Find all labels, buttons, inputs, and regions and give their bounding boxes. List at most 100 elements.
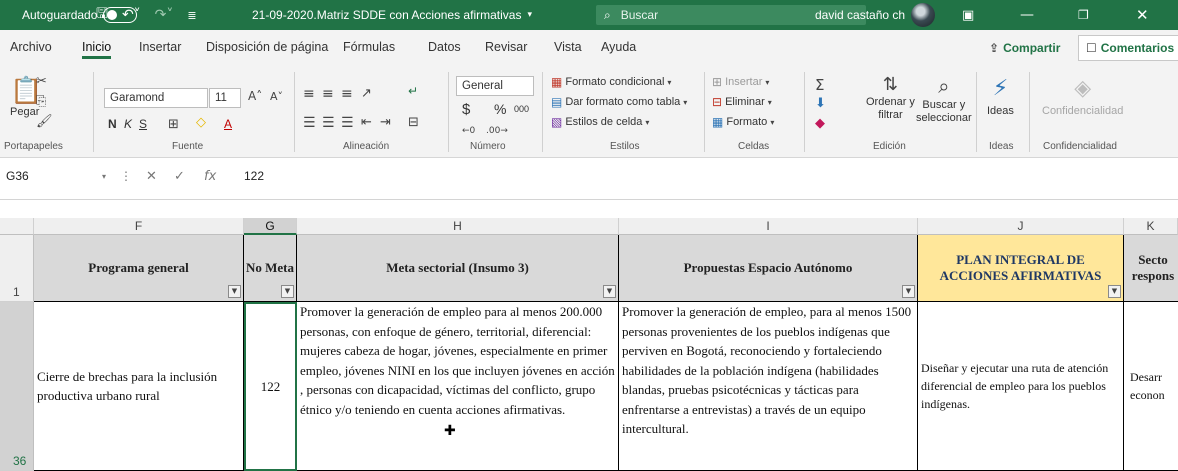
insert-function-icon[interactable]: fx xyxy=(204,166,216,186)
autosum-icon[interactable]: Σ xyxy=(815,76,824,94)
delete-cells-button[interactable]: ⊟ Eliminar ▾ xyxy=(712,95,772,109)
column-header-i[interactable]: I xyxy=(619,218,918,235)
group-label-clipboard: Portapapeles xyxy=(4,141,63,152)
user-name[interactable]: david castaño ch xyxy=(815,0,905,30)
cell-i36[interactable]: Promover la generación de empleo, para a… xyxy=(619,302,918,471)
conditional-format-button[interactable]: ▦ Formato condicional ▾ xyxy=(551,75,671,89)
comments-button[interactable]: ☐ Comentarios xyxy=(1078,35,1178,61)
tab-formulas[interactable]: Fórmulas xyxy=(343,40,395,54)
filter-dropdown-icon[interactable]: ▼ xyxy=(1108,285,1121,298)
sort-filter-button[interactable]: ⇅ Ordenar y filtrar xyxy=(866,74,915,121)
column-header-g[interactable]: G xyxy=(244,218,297,235)
row-header-36[interactable]: 36 xyxy=(0,302,34,471)
filter-dropdown-icon[interactable]: ▼ xyxy=(603,285,616,298)
decrease-indent-icon[interactable]: ⇤ xyxy=(361,115,372,130)
align-top-icon[interactable]: ≡ xyxy=(303,86,315,102)
font-size-dropdown[interactable]: 11 xyxy=(209,88,241,108)
tab-disposicion-de-pagina[interactable]: Disposición de página xyxy=(206,40,328,54)
cell-styles-button[interactable]: ▧ Estilos de celda ▾ xyxy=(551,115,649,129)
fill-color-icon[interactable]: ◇ xyxy=(196,115,206,130)
column-header-f[interactable]: F xyxy=(34,218,244,235)
font-color-button[interactable]: A xyxy=(224,117,232,131)
sensitivity-button[interactable]: ◈ Confidencialidad xyxy=(1042,76,1123,117)
fill-icon[interactable]: ⬇ xyxy=(815,96,826,111)
header-cell-no-meta[interactable]: No Meta ▼ xyxy=(244,235,297,302)
tab-datos[interactable]: Datos xyxy=(428,40,461,54)
redo-icon[interactable]: ↷˅ xyxy=(155,7,174,23)
comma-style-icon[interactable]: 000 xyxy=(514,104,529,114)
clear-icon[interactable]: ◆ xyxy=(815,116,825,131)
column-header-k[interactable]: K xyxy=(1124,218,1178,235)
header-cell-sector-responsable[interactable]: Secto respons xyxy=(1124,235,1178,302)
share-button[interactable]: ⇪ Compartir xyxy=(982,35,1067,61)
tab-archivo[interactable]: Archivo xyxy=(10,40,52,54)
header-cell-propuestas[interactable]: Propuestas Espacio Autónomo ▼ xyxy=(619,235,918,302)
copy-icon[interactable]: ⎘ xyxy=(36,94,46,109)
document-title-area[interactable]: 21-09-2020.Matriz SDDE con Acciones afir… xyxy=(252,0,532,30)
insert-cells-icon: ⊞ xyxy=(712,75,723,89)
minimize-icon[interactable]: — xyxy=(1020,0,1034,30)
tab-revisar[interactable]: Revisar xyxy=(485,40,527,54)
header-cell-meta-sectorial[interactable]: Meta sectorial (Insumo 3) ▼ xyxy=(297,235,619,302)
insert-cells-button[interactable]: ⊞ Insertar ▾ xyxy=(712,75,769,89)
restore-icon[interactable]: ❐ xyxy=(1078,0,1089,30)
header-cell-plan-integral[interactable]: PLAN INTEGRAL DE ACCIONES AFIRMATIVAS ▼ xyxy=(918,235,1124,302)
percent-icon[interactable]: % xyxy=(494,101,506,117)
column-header-j[interactable]: J xyxy=(918,218,1124,235)
customize-toolbar-icon[interactable]: ≣ xyxy=(187,9,196,22)
undo-icon[interactable]: ↶˅ xyxy=(122,7,141,23)
align-bottom-icon[interactable]: ≡ xyxy=(341,86,353,102)
filter-dropdown-icon[interactable]: ▼ xyxy=(228,285,241,298)
borders-icon[interactable]: ⊞ xyxy=(168,117,179,132)
align-left-icon[interactable]: ☰ xyxy=(303,115,316,131)
format-painter-icon[interactable]: 🖌 xyxy=(36,114,53,129)
cell-f36[interactable]: Cierre de brechas para la inclusión prod… xyxy=(34,302,244,471)
decrease-decimal-icon[interactable]: .00→ xyxy=(486,126,508,136)
underline-button[interactable]: S xyxy=(139,117,147,131)
merge-center-icon[interactable]: ⊟ xyxy=(408,115,419,130)
header-cell-programa-general[interactable]: Programa general ▼ xyxy=(34,235,244,302)
filter-dropdown-icon[interactable]: ▼ xyxy=(281,285,294,298)
cell-k36[interactable]: Desarr econon xyxy=(1124,302,1178,471)
cell-j36[interactable]: Diseñar y ejecutar una ruta de atención … xyxy=(918,302,1124,471)
tab-vista[interactable]: Vista xyxy=(554,40,582,54)
font-name-dropdown[interactable]: Garamond xyxy=(104,88,208,108)
ribbon-display-options-icon[interactable]: ▣ xyxy=(962,0,974,30)
decrease-font-icon[interactable]: A˅ xyxy=(270,90,283,103)
cell-g36-selected[interactable]: 122 xyxy=(244,302,297,471)
increase-decimal-icon[interactable]: ←0 xyxy=(462,126,475,136)
tab-ayuda[interactable]: Ayuda xyxy=(601,40,636,54)
italic-button[interactable]: K xyxy=(124,117,132,131)
cut-icon[interactable]: ✂ xyxy=(36,74,47,89)
increase-indent-icon[interactable]: ⇥ xyxy=(380,115,391,130)
find-select-button[interactable]: ⌕ Buscar y seleccionar xyxy=(916,74,972,124)
currency-icon[interactable]: $ xyxy=(462,101,470,118)
cell-h36[interactable]: Promover la generación de empleo para al… xyxy=(297,302,619,471)
save-icon[interactable]: 🖫 xyxy=(96,3,108,27)
number-format-dropdown[interactable]: General xyxy=(456,76,534,96)
wrap-text-icon[interactable]: ↵ xyxy=(408,84,418,98)
ideas-button[interactable]: ⚡ Ideas xyxy=(987,76,1014,117)
align-center-icon[interactable]: ☰ xyxy=(322,115,335,131)
column-header-h[interactable]: H xyxy=(297,218,619,235)
increase-font-icon[interactable]: A˄ xyxy=(248,89,262,103)
row-header-1[interactable]: 1 xyxy=(0,235,34,302)
bold-button[interactable]: N xyxy=(108,117,117,131)
tab-insertar[interactable]: Insertar xyxy=(139,40,181,54)
select-all-corner[interactable] xyxy=(0,218,34,235)
avatar[interactable] xyxy=(911,3,935,27)
align-middle-icon[interactable]: ≡ xyxy=(322,86,334,102)
align-right-icon[interactable]: ☰ xyxy=(341,115,354,131)
chevron-down-icon: ▾ xyxy=(645,117,650,127)
close-icon[interactable]: ✕ xyxy=(1136,0,1149,30)
formula-input[interactable]: 122 xyxy=(244,166,264,186)
enter-icon[interactable]: ✓ xyxy=(174,166,185,186)
tab-inicio[interactable]: Inicio xyxy=(82,40,112,59)
orientation-icon[interactable]: ↗ xyxy=(361,86,372,101)
format-as-table-button[interactable]: ▤ Dar formato como tabla ▾ xyxy=(551,95,687,109)
format-cells-button[interactable]: ▦ Formato ▾ xyxy=(712,115,774,129)
filter-dropdown-icon[interactable]: ▼ xyxy=(902,285,915,298)
find-select-label-1: Buscar y xyxy=(922,99,966,111)
name-box[interactable]: G36 ▾ xyxy=(6,166,106,186)
cancel-icon[interactable]: ✕ xyxy=(146,166,157,186)
